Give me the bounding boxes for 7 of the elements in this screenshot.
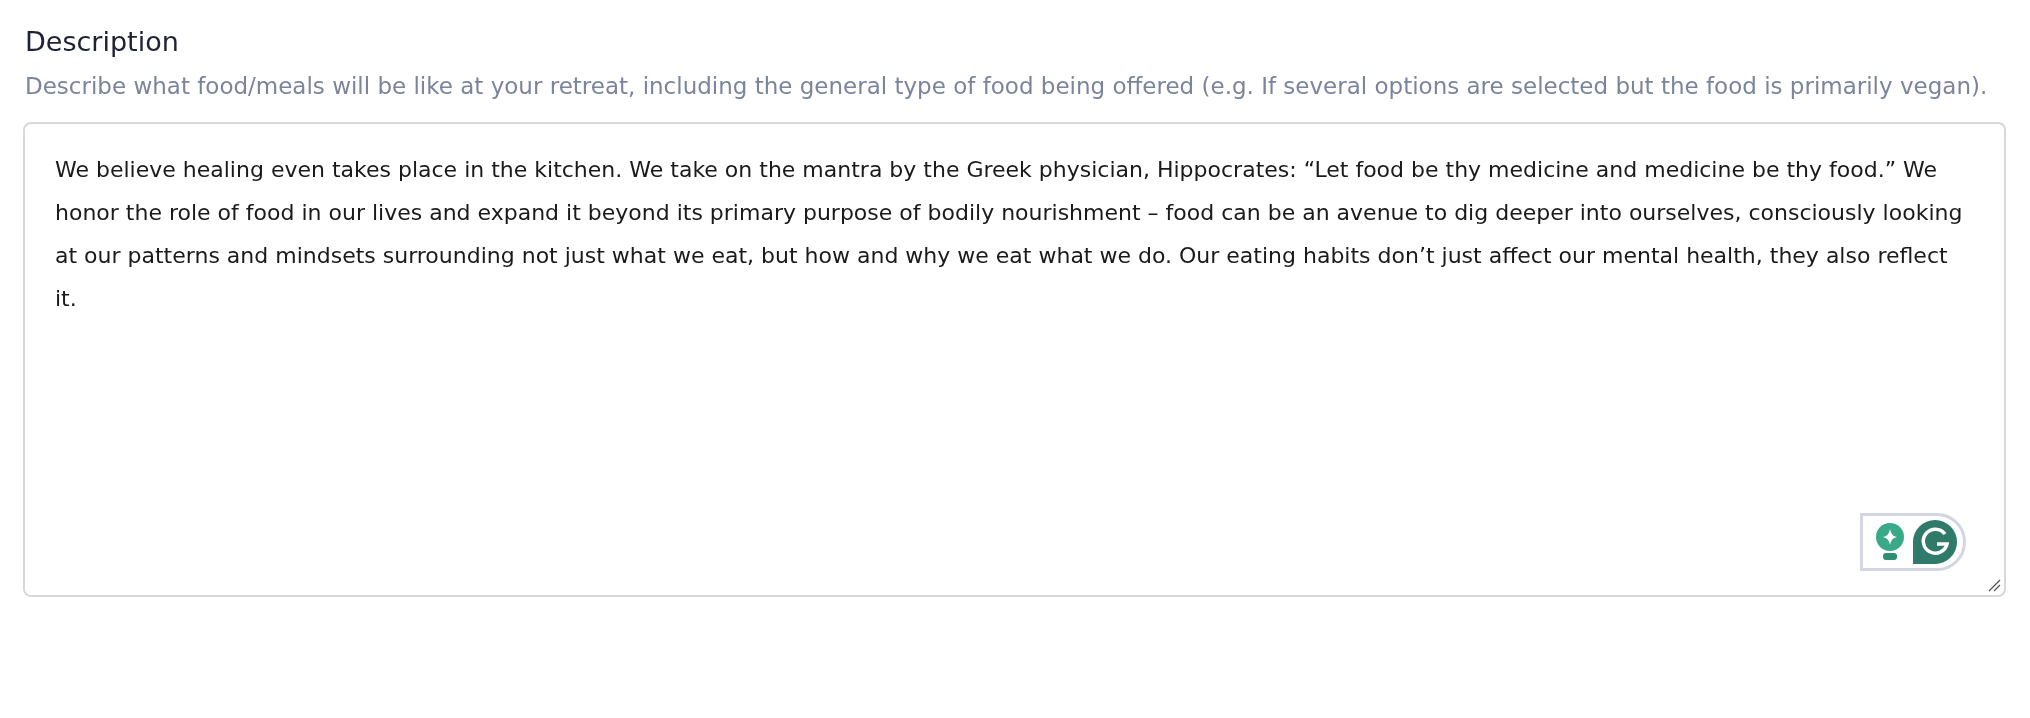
assistant-widget[interactable] <box>1860 513 1966 571</box>
lightbulb-icon[interactable] <box>1875 523 1905 561</box>
field-label: Description <box>25 26 180 57</box>
resize-handle-icon[interactable] <box>1987 578 2001 592</box>
text-area[interactable]: We believe healing even takes place in the kitchen. We take on the mantra by the Greek physician, Hippocrates: “Let food be thy medicine and medicine be thy food.” We honor the role of food in our lives and expand it beyond its primary purpose of bodily nourishment – food can be an avenue to dig deeper into ourselves, consciously looking at our patterns and mindsets surrounding not just what we eat, but how and why we eat what we do. Our eating habits don’t just affect our mental health, they also reflect it. <box>23 122 2006 597</box>
g-logo-icon[interactable] <box>1913 520 1957 564</box>
help-text: Describe what food/meals will be like at your retreat, including the general type of food being offered (e.g. If several options are selected but the food is primarily vegan). <box>25 72 1989 101</box>
